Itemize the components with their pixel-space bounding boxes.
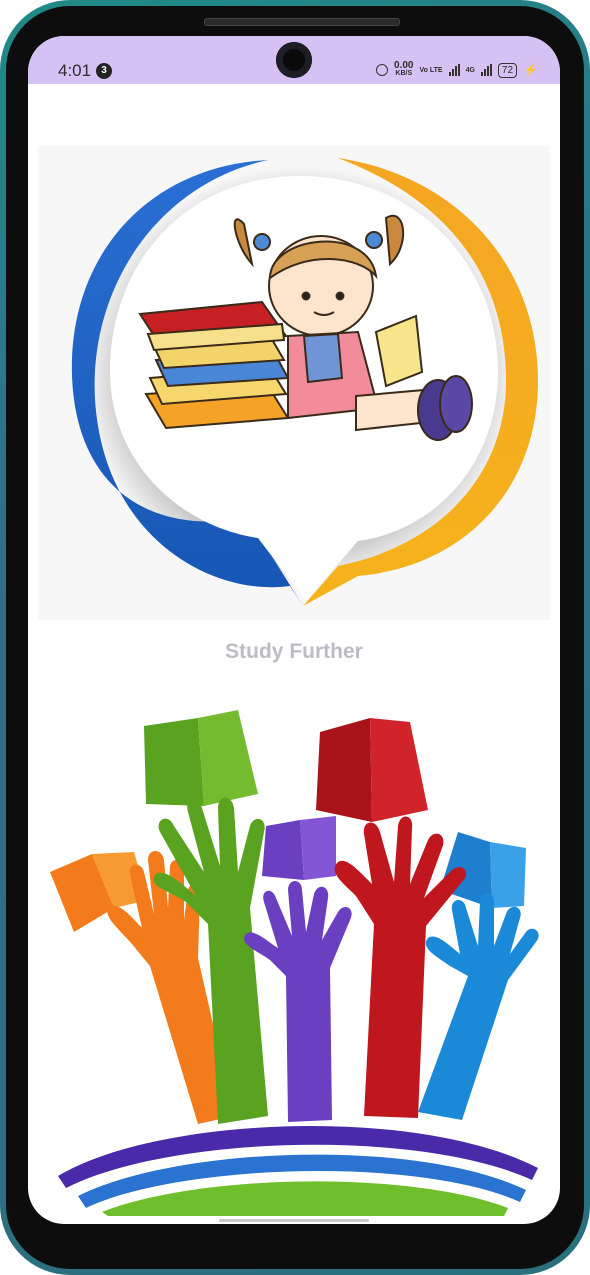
notification-count-badge: 3: [96, 63, 112, 79]
hands-books-graphic: [50, 710, 539, 1216]
app-screen: 4:01 3 0.00 KB/S Vo LTE 4G 72 ⚡ Study Fu…: [28, 36, 560, 1224]
front-camera: [276, 42, 312, 78]
logo-illustration: [71, 158, 538, 606]
signal-icon: [448, 64, 460, 76]
status-bar: 4:01 3 0.00 KB/S Vo LTE 4G 72 ⚡: [28, 36, 560, 84]
hands-books-illustration: [38, 676, 550, 1216]
book-green: [144, 710, 258, 806]
status-icons: 0.00 KB/S Vo LTE 4G 72 ⚡: [376, 60, 538, 80]
book-red: [316, 718, 428, 822]
volte-indicator: Vo LTE: [419, 66, 443, 74]
books-stack-illustration: [138, 300, 290, 430]
app-logo: [38, 146, 550, 620]
network-speed-value: 0.00: [394, 60, 414, 71]
earpiece-speaker: [204, 18, 400, 26]
signal-icon-2: [480, 64, 492, 76]
status-time: 4:01: [58, 61, 92, 80]
alarm-icon: [376, 64, 389, 76]
book-purple: [262, 816, 336, 880]
battery-icon: 72: [497, 62, 518, 78]
network-type: 4G: [465, 66, 475, 74]
network-speed-unit: KB/S: [395, 70, 413, 77]
network-speed: 0.00 KB/S: [394, 60, 414, 78]
hand-blue: [418, 893, 539, 1120]
arc-green: [102, 1181, 508, 1216]
gesture-nav-handle[interactable]: [219, 1219, 369, 1222]
charging-icon: ⚡: [523, 63, 538, 77]
app-title: Study Further: [225, 640, 363, 663]
